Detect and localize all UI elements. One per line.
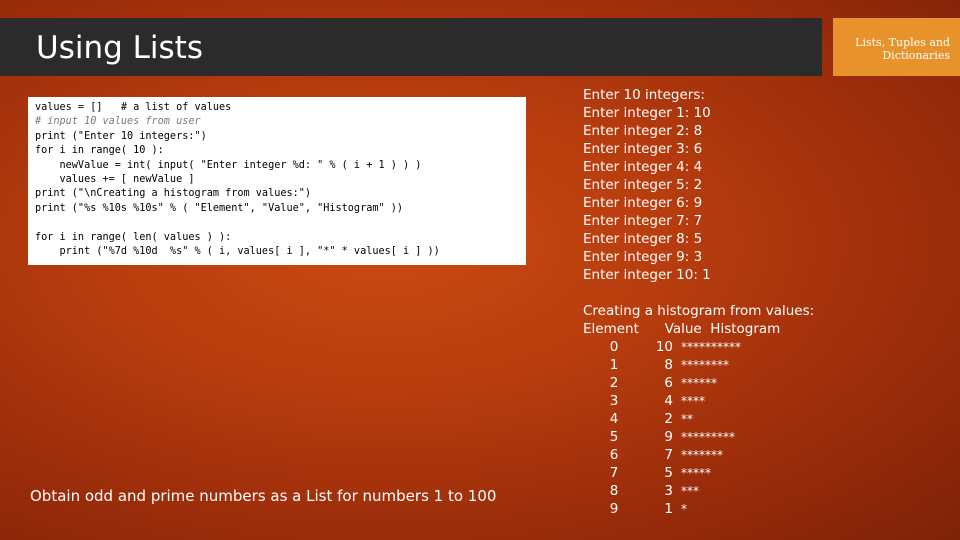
histogram-row: 5 9 ********* xyxy=(583,428,814,446)
histogram-bar: ****** xyxy=(681,376,717,390)
histogram-row: 9 1 * xyxy=(583,500,814,518)
histogram-value: 1 xyxy=(664,501,673,517)
output-line: Enter integer 7: 7 xyxy=(583,213,703,229)
histogram-rows: 0 10 ********** 1 8 ******** 2 6 ****** 3 4 **** 4 2 *… xyxy=(583,338,814,518)
histogram-header: Element Value Histogram xyxy=(583,321,781,337)
histogram-row: 3 4 **** xyxy=(583,392,814,410)
histogram-bar: ** xyxy=(681,412,693,426)
output-line: Enter integer 3: 6 xyxy=(583,141,703,157)
code-line: values += [ newValue ] xyxy=(35,173,195,185)
histogram-element: 1 xyxy=(609,357,619,373)
histogram-value: 5 xyxy=(664,465,673,481)
code-listing: values = [] # a list of values # input 10… xyxy=(35,101,440,259)
histogram-bar: * xyxy=(681,502,687,516)
histogram-value: 9 xyxy=(664,429,673,445)
output-line: Enter integer 4: 4 xyxy=(583,159,703,175)
histogram-title: Creating a histogram from values: xyxy=(583,303,815,319)
histogram-value: 10 xyxy=(655,339,673,355)
histogram-row: 6 7 ******* xyxy=(583,446,814,464)
output-line: Enter integer 2: 8 xyxy=(583,123,703,139)
histogram-element: 4 xyxy=(609,411,619,427)
histogram-value: 4 xyxy=(664,393,673,409)
output-line: Enter integer 6: 9 xyxy=(583,195,703,211)
exercise-prompt: Obtain odd and prime numbers as a List f… xyxy=(30,487,497,505)
histogram-element: 0 xyxy=(609,339,619,355)
histogram-element: 9 xyxy=(609,501,619,517)
histogram-row: 7 5 ***** xyxy=(583,464,814,482)
histogram-row: 4 2 ** xyxy=(583,410,814,428)
histogram-bar: **** xyxy=(681,394,705,408)
histogram-value: 8 xyxy=(664,357,673,373)
histogram-row: 2 6 ****** xyxy=(583,374,814,392)
code-line: # input 10 values from user xyxy=(35,116,201,128)
histogram-value: 6 xyxy=(664,375,673,391)
code-line: for i in range( len( values ) ): xyxy=(35,231,232,243)
output-line: Enter integer 1: 10 xyxy=(583,105,711,121)
output-line: Enter integer 9: 3 xyxy=(583,249,703,265)
code-line: for i in range( 10 ): xyxy=(35,145,164,157)
histogram-element: 6 xyxy=(609,447,619,463)
input-lines: Enter 10 integers: Enter integer 1: 10 Ent… xyxy=(583,86,814,284)
histogram-value: 2 xyxy=(664,411,673,427)
histogram-element: 2 xyxy=(609,375,619,391)
histogram-element: 8 xyxy=(609,483,619,499)
histogram-bar: ********* xyxy=(681,430,735,444)
slide-title: Using Lists xyxy=(36,30,203,66)
histogram-element: 5 xyxy=(609,429,619,445)
histogram-bar: ***** xyxy=(681,466,711,480)
histogram-row: 1 8 ******** xyxy=(583,356,814,374)
program-output: Enter 10 integers: Enter integer 1: 10 Ent… xyxy=(583,86,814,518)
histogram-bar: ********** xyxy=(681,340,741,354)
output-line: Enter integer 8: 5 xyxy=(583,231,703,247)
histogram-bar: *** xyxy=(681,484,699,498)
code-line: print ("%7d %10d %s" % ( i, values[ i ],… xyxy=(35,245,440,257)
histogram-element: 3 xyxy=(609,393,619,409)
output-spacer xyxy=(583,284,814,302)
histogram-bar: ******** xyxy=(681,358,729,372)
output-line: Enter integer 10: 1 xyxy=(583,267,711,283)
histogram-element: 7 xyxy=(609,465,619,481)
code-line: print ("\nCreating a histogram from valu… xyxy=(35,188,312,200)
histogram-row: 0 10 ********** xyxy=(583,338,814,356)
histogram-bar: ******* xyxy=(681,448,723,462)
output-line: Enter integer 5: 2 xyxy=(583,177,703,193)
code-line: values = [] # a list of values xyxy=(35,102,232,113)
code-line: newValue = int( input( "Enter integer %d… xyxy=(35,159,422,171)
section-tag: Lists, Tuples and Dictionaries xyxy=(855,36,950,62)
code-line: print ("Enter 10 integers:") xyxy=(35,130,207,142)
histogram-value: 7 xyxy=(664,447,673,463)
histogram-row: 8 3 *** xyxy=(583,482,814,500)
code-line: print ("%s %10s %10s" % ( "Element", "Va… xyxy=(35,202,404,214)
output-line: Enter 10 integers: xyxy=(583,87,705,103)
histogram-value: 3 xyxy=(664,483,673,499)
